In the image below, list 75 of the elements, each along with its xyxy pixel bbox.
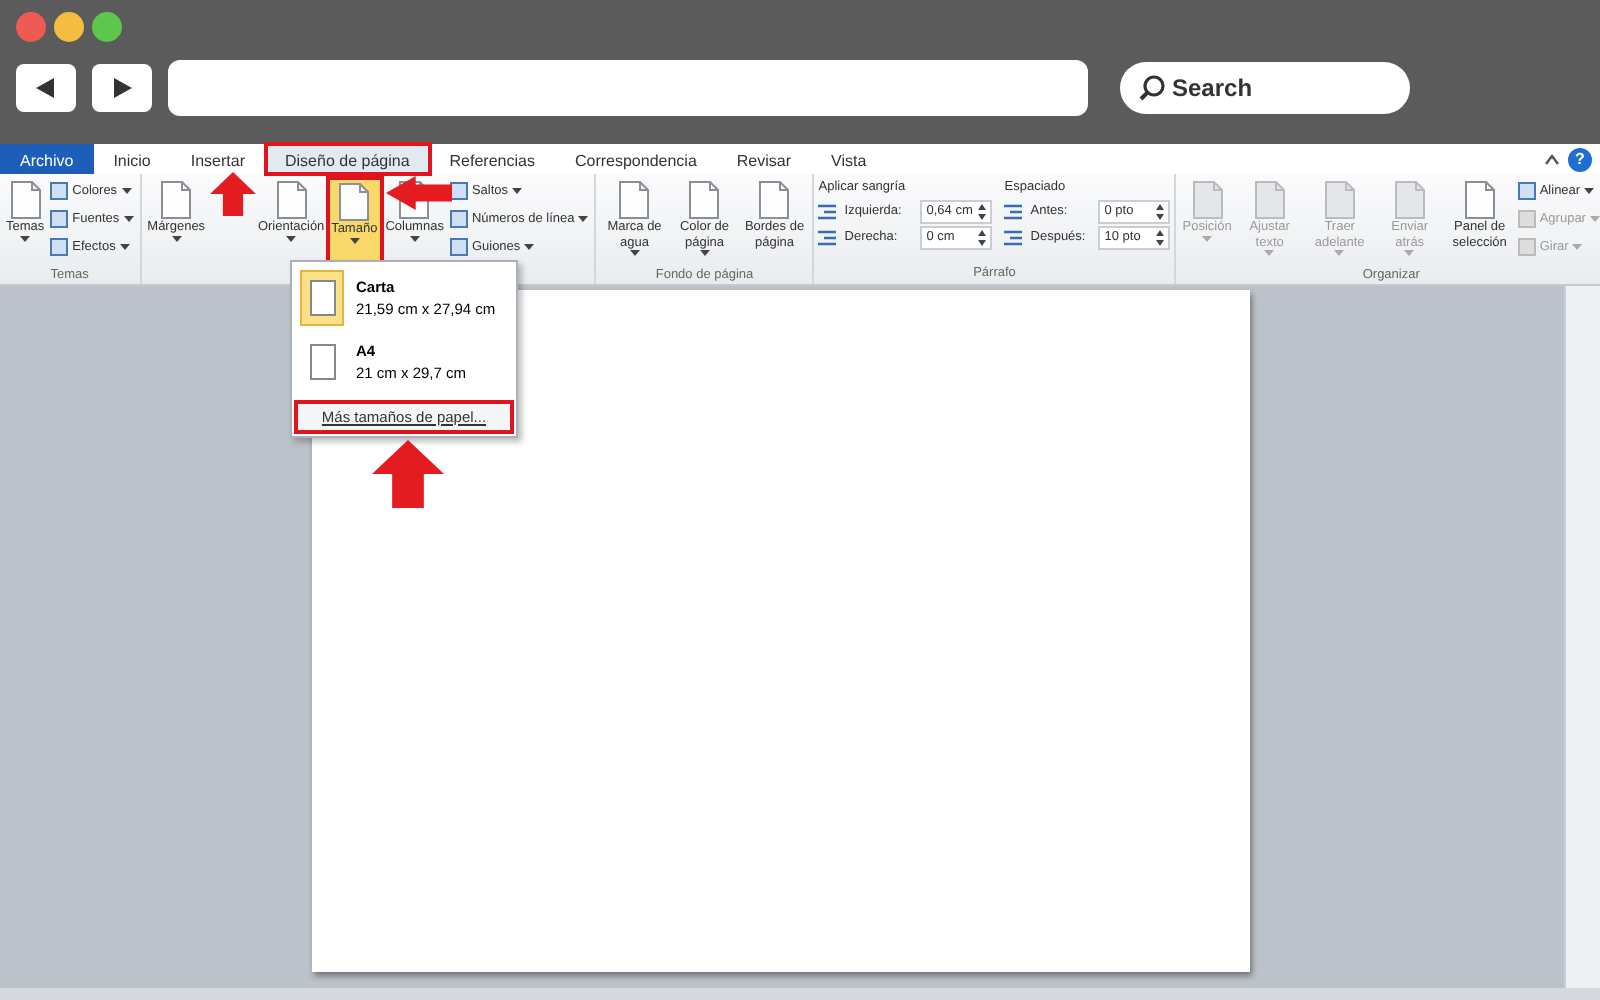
- ribbon-tab[interactable]: Referencias: [429, 144, 555, 174]
- file-tab[interactable]: Archivo: [0, 144, 94, 174]
- caret-icon: [121, 188, 132, 194]
- ribbon-tab[interactable]: Inicio: [93, 144, 171, 174]
- page-icon: [309, 344, 335, 380]
- square-icon: [1517, 210, 1536, 228]
- page-icon: [338, 182, 371, 222]
- caret-icon: [1404, 250, 1415, 256]
- ribbon-tab[interactable]: Vista: [811, 144, 887, 174]
- caret-icon: [349, 237, 360, 243]
- square-icon: [449, 210, 468, 228]
- caret-icon: [524, 244, 535, 250]
- page-icon: [758, 180, 791, 220]
- search-field[interactable]: Search: [1120, 62, 1410, 114]
- ribbon-tab[interactable]: Diseño de página: [265, 144, 430, 174]
- page-icon: [618, 180, 651, 220]
- collapse-icon: [1544, 153, 1560, 165]
- caret-icon: [1589, 216, 1600, 222]
- square-icon: [1517, 182, 1536, 200]
- caret-icon: [119, 244, 130, 250]
- caret-icon: [123, 216, 134, 222]
- square-icon: [449, 238, 468, 256]
- caret-icon: [629, 250, 640, 256]
- minimize-button[interactable]: [54, 12, 84, 42]
- forward-button[interactable]: [92, 64, 152, 112]
- caret-icon: [1264, 250, 1275, 256]
- close-button[interactable]: [16, 12, 46, 42]
- square-icon: [50, 182, 69, 200]
- caret-icon: [20, 235, 31, 241]
- caret-icon: [699, 250, 710, 256]
- spin-arrows-icon: [978, 229, 987, 246]
- arrow-icon: [371, 440, 444, 509]
- back-button[interactable]: [16, 64, 76, 112]
- caret-icon: [171, 235, 182, 241]
- page-icon: [275, 180, 308, 220]
- help-button[interactable]: ?: [1568, 147, 1592, 171]
- page-icon: [309, 280, 335, 316]
- square-icon: [50, 210, 69, 228]
- caret-icon: [1202, 235, 1213, 241]
- caret-icon: [1584, 188, 1595, 194]
- arrow-icon: [385, 176, 452, 210]
- ribbon-tab[interactable]: Revisar: [716, 144, 812, 174]
- spin-arrows-icon: [1156, 229, 1165, 246]
- caret-icon: [578, 216, 589, 222]
- address-field[interactable]: [168, 60, 1088, 116]
- caret-icon: [286, 235, 297, 241]
- square-icon: [50, 238, 69, 256]
- zoom-button[interactable]: [92, 12, 122, 42]
- page-icon: [1463, 180, 1496, 220]
- square-icon: [1517, 238, 1536, 256]
- caret-icon: [512, 188, 523, 194]
- ribbon-tab[interactable]: Insertar: [170, 144, 265, 174]
- page-icon: [1253, 180, 1286, 220]
- back-icon: [34, 76, 58, 100]
- indent-icon: [818, 229, 837, 246]
- indent-icon: [1004, 229, 1023, 246]
- ribbon-tab[interactable]: Correspondencia: [554, 144, 717, 174]
- page-icon: [688, 180, 721, 220]
- search-icon: [1138, 74, 1166, 102]
- caret-icon: [1334, 250, 1345, 256]
- arrow-icon: [209, 172, 256, 216]
- square-icon: [449, 182, 468, 200]
- page-icon: [1323, 180, 1356, 220]
- caret-icon: [1572, 244, 1583, 250]
- caret-icon: [409, 235, 420, 241]
- page-icon: [1393, 180, 1426, 220]
- forward-icon: [110, 76, 134, 100]
- page-icon: [9, 180, 42, 220]
- spin-arrows-icon: [1156, 203, 1165, 220]
- page-icon: [160, 180, 193, 220]
- indent-icon: [1004, 203, 1023, 220]
- indent-icon: [818, 203, 837, 220]
- page-icon: [1191, 180, 1224, 220]
- spin-arrows-icon: [978, 203, 987, 220]
- scrollbar[interactable]: [1564, 286, 1600, 988]
